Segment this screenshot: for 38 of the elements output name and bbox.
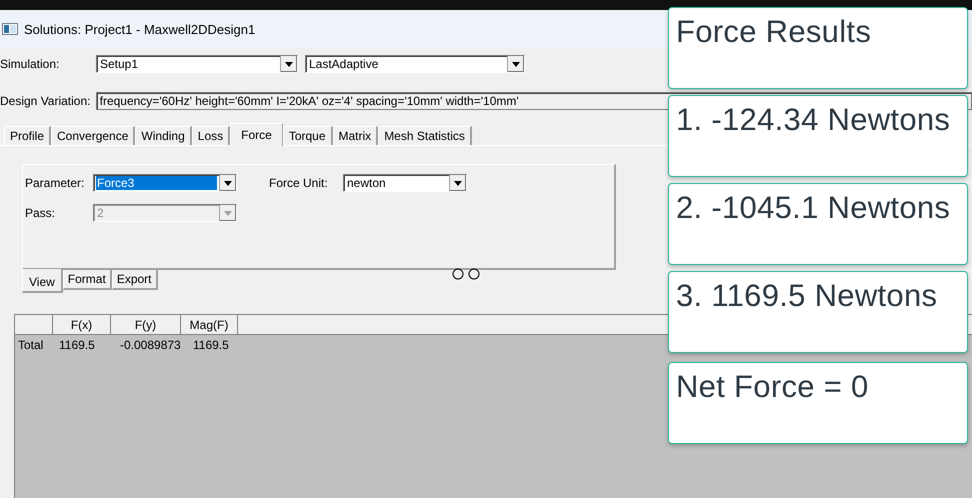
- unit-dropdown[interactable]: newton: [343, 174, 467, 192]
- result-text: 3. 1169.5 Newtons: [676, 278, 938, 313]
- field-label: Force Unit:: [269, 176, 329, 190]
- tab[interactable]: Force: [230, 123, 283, 146]
- table-cell-text: 1169.5: [58, 338, 96, 352]
- tab[interactable]: Format: [62, 270, 112, 290]
- tab[interactable]: Convergence: [51, 126, 136, 145]
- table-cell-text: -0.0089873: [119, 338, 182, 352]
- result-text: Net Force = 0: [676, 369, 869, 404]
- tab[interactable]: Torque: [282, 126, 333, 145]
- tab[interactable]: Mesh Statistics: [378, 126, 472, 145]
- tab[interactable]: Matrix: [332, 126, 378, 145]
- field-label: Design Variation:: [0, 94, 92, 108]
- table-cell-text: 1169.5: [192, 338, 230, 352]
- field-label: Simulation:: [0, 57, 60, 71]
- parameter-dropdown[interactable]: Force3: [93, 174, 237, 192]
- result-text: Force Results: [676, 14, 872, 49]
- setup-dropdown[interactable]: Setup1: [96, 55, 298, 73]
- tab[interactable]: Export: [112, 270, 158, 290]
- caret-icon: [224, 180, 232, 186]
- tab[interactable]: View: [22, 269, 63, 293]
- caret-icon: [454, 180, 462, 186]
- column-header: F(y): [111, 315, 181, 334]
- window-title: Solutions: Project1 - Maxwell2DDesign1: [24, 22, 256, 36]
- field-label: Pass:: [25, 206, 56, 220]
- caret-icon: [512, 62, 520, 66]
- column-header: F(x): [53, 315, 111, 334]
- circles-icon: [452, 268, 481, 280]
- window-icon: [2, 23, 18, 35]
- solution-dropdown[interactable]: LastAdaptive: [305, 55, 525, 73]
- tab[interactable]: Profile: [4, 126, 52, 145]
- result-text: 2. -1045.1 Newtons: [676, 190, 950, 225]
- row-header: Total: [17, 338, 44, 352]
- caret-icon: [285, 62, 293, 66]
- tab[interactable]: Winding: [135, 126, 192, 145]
- caret-icon: [224, 210, 232, 216]
- column-header: Mag(F): [181, 315, 238, 334]
- field-label: Parameter:: [25, 176, 86, 190]
